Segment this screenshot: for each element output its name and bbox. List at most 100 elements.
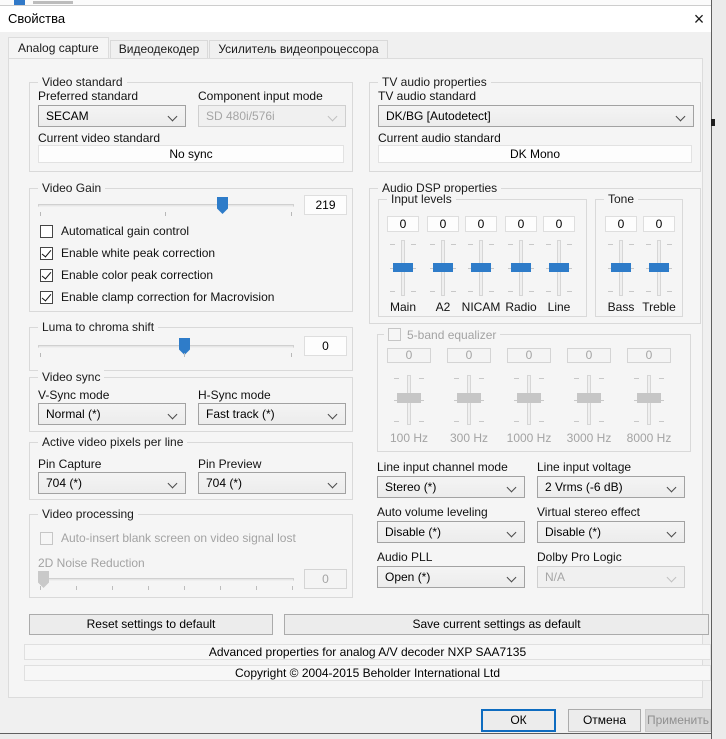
agc-checkbox-row: Automatical gain control [40,224,189,238]
clamp-correction-checkbox-label: Enable clamp correction for Macrovision [61,290,274,304]
tab-video-proc-amp[interactable]: Усилитель видеопроцессора [209,40,387,58]
pin-capture-select[interactable]: 704 (*) [38,472,186,494]
level-slider-thumb[interactable] [471,263,491,272]
vsync-mode-select[interactable]: Normal (*) [38,403,186,425]
chevron-down-icon [667,573,677,583]
tab-video-decoder[interactable]: Видеодекодер [110,40,209,58]
vsync-mode-label: V-Sync mode [38,388,109,402]
hsync-mode-select[interactable]: Fast track (*) [198,403,346,425]
slider-tick [184,353,185,357]
eq-slider-thumb [397,393,421,403]
level-slider-thumb[interactable] [511,263,531,272]
reset-settings-button[interactable]: Reset settings to default [29,614,273,635]
luma-shift-value: 0 [304,336,347,356]
title-bar: Свойства × [0,6,711,32]
eq-band-label: 3000 Hz [561,431,617,445]
eq-band-value: 0 [447,348,491,363]
pin-preview-select[interactable]: 704 (*) [198,472,346,494]
tv-audio-standard-select[interactable]: DK/BG [Autodetect] [378,105,694,127]
video-gain-slider-thumb[interactable] [217,197,228,214]
auto-volume-leveling-select[interactable]: Disable (*) [377,521,525,543]
level-value: 0 [387,216,419,232]
chevron-down-icon [168,410,178,420]
level-slider-thumb[interactable] [549,263,569,272]
eq-band-value: 0 [627,348,671,363]
eq-slider-thumb [637,393,661,403]
group-luma-shift: Luma to chroma shift 0 [29,327,353,371]
eq-band-100: 0 100 Hz [383,335,435,453]
level-channel-nicam: 0 NICAM [462,200,500,318]
group-audio-dsp: Audio DSP properties Input levels 0 Main… [369,188,701,324]
audio-pll-value: Open (*) [385,570,430,584]
tone-slider-thumb[interactable] [649,263,669,272]
copyright-line: Copyright © 2004-2015 Beholder Internati… [24,665,711,681]
blank-screen-checkbox [40,532,53,545]
white-peak-checkbox[interactable] [40,247,53,260]
tone-channel-treble: 0 Treble [640,200,678,318]
eq-band-label: 300 Hz [443,431,495,445]
slider-tick [40,212,41,216]
group-video-standard: Video standard Preferred standard Compon… [29,82,353,172]
group-equalizer: 5-band equalizer 0 100 Hz 0 300 Hz [377,334,691,452]
line-input-voltage-value: 2 Vrms (-6 dB) [545,480,623,494]
cancel-button[interactable]: Отмена [568,709,641,732]
group-active-pixels: Active video pixels per line Pin Capture… [29,442,353,500]
tab-strip: Analog capture Видеодекодер Усилитель ви… [8,37,389,58]
agc-checkbox-label: Automatical gain control [61,224,189,238]
group-title: Video sync [38,370,104,384]
level-slider-thumb[interactable] [433,263,453,272]
group-title: Video standard [38,75,127,89]
virtual-stereo-effect-value: Disable (*) [545,525,601,539]
eq-band-value: 0 [507,348,551,363]
color-peak-checkbox[interactable] [40,269,53,282]
eq-band-label: 8000 Hz [621,431,677,445]
tone-slider-thumb[interactable] [611,263,631,272]
chevron-down-icon [507,483,517,493]
agc-checkbox[interactable] [40,225,53,238]
chevron-down-icon [328,410,338,420]
component-input-mode-value: SD 480i/576i [206,109,275,123]
level-channel-label: NICAM [456,300,506,314]
blank-screen-checkbox-label: Auto-insert blank screen on video signal… [61,531,296,545]
current-video-standard-label: Current video standard [38,131,160,145]
save-settings-button[interactable]: Save current settings as default [284,614,709,635]
noise-reduction-label: 2D Noise Reduction [38,556,145,570]
device-info-line: Advanced properties for analog A/V decod… [24,644,711,660]
group-video-gain: Video Gain 219 Automatical gain control … [29,188,353,312]
chevron-down-icon [667,528,677,538]
eq-band-8000: 0 8000 Hz [623,335,675,453]
group-title: Active video pixels per line [38,435,187,449]
eq-slider-thumb [517,393,541,403]
line-input-voltage-select[interactable]: 2 Vrms (-6 dB) [537,476,685,498]
background-window-text-fragment [33,1,73,4]
line-input-channel-mode-label: Line input channel mode [377,460,508,474]
level-value: 0 [543,216,575,232]
preferred-standard-value: SECAM [46,109,89,123]
level-channel-main: 0 Main [384,200,422,318]
level-channel-line: 0 Line [540,200,578,318]
preferred-standard-select[interactable]: SECAM [38,105,186,127]
level-channel-label: Main [384,300,422,314]
ok-button[interactable]: ОК [481,709,556,732]
tab-analog-capture[interactable]: Analog capture [8,37,109,58]
level-slider-thumb[interactable] [393,263,413,272]
group-title: Video processing [38,507,138,521]
close-icon[interactable]: × [688,8,710,30]
auto-volume-leveling-value: Disable (*) [385,525,441,539]
luma-shift-slider-track[interactable] [38,345,294,348]
virtual-stereo-effect-select[interactable]: Disable (*) [537,521,685,543]
dialog-title: Свойства [8,11,65,26]
virtual-stereo-effect-label: Virtual stereo effect [537,505,640,519]
eq-slider-thumb [577,393,601,403]
chevron-down-icon [168,479,178,489]
audio-pll-select[interactable]: Open (*) [377,566,525,588]
group-video-sync: Video sync V-Sync mode H-Sync mode Norma… [29,377,353,432]
video-gain-slider-track[interactable] [38,204,294,207]
slider-tick [291,353,292,357]
color-peak-checkbox-label: Enable color peak correction [61,268,213,282]
tick-marks [40,586,294,590]
clamp-correction-checkbox[interactable] [40,291,53,304]
level-value: 0 [465,216,497,232]
line-input-channel-mode-select[interactable]: Stereo (*) [377,476,525,498]
level-value: 0 [505,216,537,232]
